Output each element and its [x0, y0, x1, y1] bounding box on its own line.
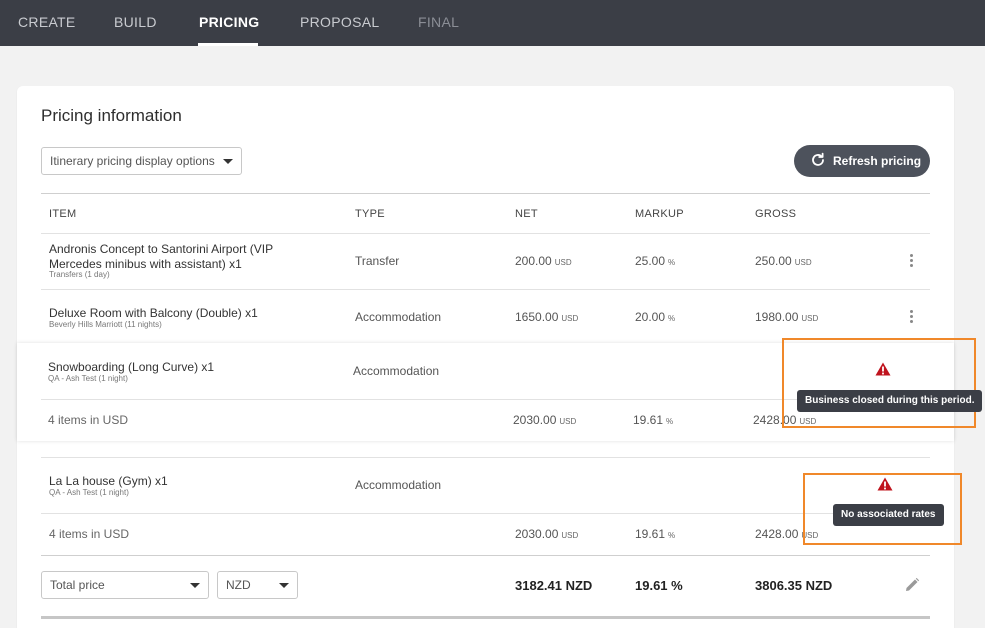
display-options-select[interactable]: Itinerary pricing display options: [41, 147, 242, 175]
summary-net: 2030.00 USD: [515, 527, 578, 541]
price-type-select[interactable]: Total price: [41, 571, 209, 599]
item-subtitle: QA - Ash Test (1 night): [49, 488, 129, 497]
item-type: Accommodation: [355, 478, 442, 492]
warning-tooltip: Business closed during this period.: [797, 390, 983, 412]
tab-pricing[interactable]: PRICING: [199, 14, 259, 30]
tab-create[interactable]: CREATE: [18, 14, 76, 30]
item-gross: 250.00 USD: [755, 254, 812, 268]
markup-unit: %: [666, 417, 674, 426]
summary-markup: 19.61%: [635, 527, 675, 541]
item-subtitle: Beverly Hills Marriott (11 nights): [49, 320, 162, 329]
net-unit: USD: [559, 417, 577, 426]
warning-tooltip: No associated rates: [833, 504, 944, 526]
net-unit: USD: [554, 258, 572, 267]
currency-value: NZD: [226, 578, 251, 592]
net-unit: USD: [561, 531, 579, 540]
summary-markup: 19.61%: [633, 413, 673, 427]
tab-final[interactable]: FINAL: [418, 14, 459, 30]
item-name: La La house (Gym) x1: [49, 474, 168, 488]
gross-value: 250.00: [755, 254, 792, 268]
display-options-value: Itinerary pricing display options: [50, 154, 215, 168]
top-nav: CREATE BUILD PRICING PROPOSAL FINAL: [0, 0, 985, 46]
gross-unit: USD: [801, 314, 819, 323]
item-markup: 20.00%: [635, 310, 675, 324]
price-type-value: Total price: [50, 578, 105, 592]
gross-unit: USD: [794, 258, 812, 267]
markup-value: 20.00: [635, 310, 666, 324]
total-markup: 19.61 %: [635, 578, 683, 593]
total-net: 3182.41 NZD: [515, 578, 593, 593]
total-gross: 3806.35 NZD: [755, 578, 833, 593]
markup-unit: %: [668, 258, 676, 267]
caret-down-icon: [190, 583, 200, 588]
item-name: Andronis Concept to Santorini Airport (V…: [49, 242, 273, 271]
item-subtitle: Transfers (1 day): [49, 270, 110, 279]
item-net: 1650.00 USD: [515, 310, 578, 324]
pencil-icon[interactable]: [904, 577, 920, 593]
item-gross: 1980.00 USD: [755, 310, 818, 324]
item-markup: 25.00%: [635, 254, 675, 268]
bottom-divider: [41, 616, 930, 619]
item-subtitle: QA - Ash Test (1 night): [48, 374, 128, 383]
warning-icon[interactable]: [875, 362, 891, 376]
warning-highlight-box: [782, 338, 976, 428]
divider: [41, 457, 930, 458]
page-title: Pricing information: [41, 106, 182, 125]
refresh-icon: [812, 152, 824, 166]
col-header-item: ITEM: [49, 208, 77, 220]
refresh-pricing-label: Refresh pricing: [833, 154, 922, 168]
gross-value: 1980.00: [755, 310, 799, 324]
col-header-markup: MARKUP: [635, 208, 684, 220]
col-header-gross: GROSS: [755, 208, 797, 220]
item-type: Accommodation: [355, 310, 442, 324]
gross-value: 2428.00: [755, 527, 799, 541]
kebab-menu-icon[interactable]: [910, 254, 914, 268]
net-value: 1650.00: [515, 310, 559, 324]
net-value: 2030.00: [513, 413, 557, 427]
kebab-menu-icon[interactable]: [910, 310, 914, 324]
item-name: Snowboarding (Long Curve) x1: [48, 360, 215, 374]
tab-proposal[interactable]: PROPOSAL: [300, 14, 379, 30]
net-unit: USD: [561, 314, 579, 323]
summary-label: 4 items in USD: [48, 413, 129, 427]
divider: [41, 555, 930, 556]
item-net: 200.00 USD: [515, 254, 572, 268]
currency-select[interactable]: NZD: [217, 571, 298, 599]
markup-unit: %: [668, 314, 676, 323]
refresh-pricing-button[interactable]: Refresh pricing: [794, 145, 930, 177]
divider: [41, 193, 930, 194]
net-value: 2030.00: [515, 527, 559, 541]
divider: [41, 289, 930, 290]
markup-value: 19.61: [633, 413, 664, 427]
divider: [41, 233, 930, 234]
tab-build[interactable]: BUILD: [114, 14, 157, 30]
divider: [41, 513, 930, 514]
markup-value: 25.00: [635, 254, 666, 268]
item-type: Accommodation: [353, 364, 440, 378]
markup-unit: %: [668, 531, 676, 540]
caret-down-icon: [223, 159, 233, 164]
caret-down-icon: [279, 583, 289, 588]
item-type: Transfer: [355, 254, 400, 268]
item-name: Deluxe Room with Balcony (Double) x1: [49, 306, 258, 320]
summary-label: 4 items in USD: [49, 527, 130, 541]
active-tab-indicator: [198, 43, 258, 46]
markup-value: 19.61: [635, 527, 666, 541]
net-value: 200.00: [515, 254, 552, 268]
col-header-net: NET: [515, 208, 538, 220]
summary-net: 2030.00 USD: [513, 413, 576, 427]
col-header-type: TYPE: [355, 208, 385, 220]
warning-icon[interactable]: [877, 477, 893, 491]
